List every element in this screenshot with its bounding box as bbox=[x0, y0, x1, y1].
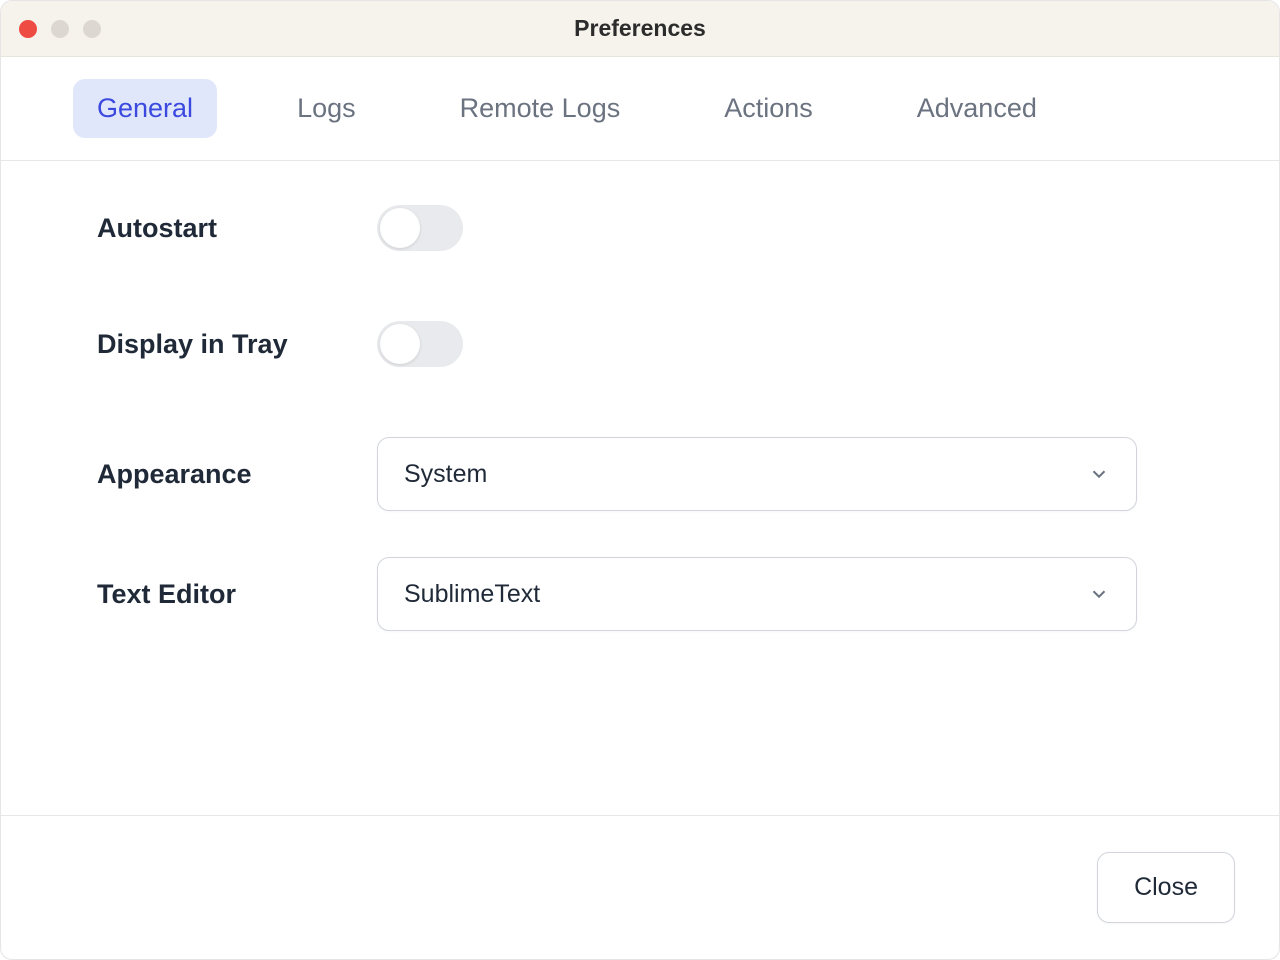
autostart-toggle[interactable] bbox=[377, 205, 463, 251]
content-area: Autostart Display in Tray Appearance Sys… bbox=[1, 161, 1279, 815]
autostart-row: Autostart bbox=[97, 205, 1183, 251]
close-window-icon[interactable] bbox=[19, 20, 37, 38]
display-in-tray-row: Display in Tray bbox=[97, 321, 1183, 367]
display-in-tray-label: Display in Tray bbox=[97, 329, 377, 360]
toggle-knob-icon bbox=[380, 324, 420, 364]
appearance-row: Appearance System bbox=[97, 437, 1183, 511]
display-in-tray-toggle[interactable] bbox=[377, 321, 463, 367]
minimize-window-icon[interactable] bbox=[51, 20, 69, 38]
tab-advanced[interactable]: Advanced bbox=[893, 79, 1061, 138]
text-editor-value: SublimeText bbox=[404, 580, 540, 609]
appearance-label: Appearance bbox=[97, 459, 377, 490]
close-button[interactable]: Close bbox=[1097, 852, 1235, 923]
autostart-label: Autostart bbox=[97, 213, 377, 244]
window-title: Preferences bbox=[574, 15, 706, 42]
traffic-lights bbox=[19, 20, 101, 38]
tab-actions[interactable]: Actions bbox=[700, 79, 837, 138]
chevron-down-icon bbox=[1088, 463, 1110, 485]
tab-logs[interactable]: Logs bbox=[273, 79, 380, 138]
text-editor-row: Text Editor SublimeText bbox=[97, 557, 1183, 631]
titlebar: Preferences bbox=[1, 1, 1279, 57]
tabs-bar: General Logs Remote Logs Actions Advance… bbox=[1, 57, 1279, 161]
text-editor-select[interactable]: SublimeText bbox=[377, 557, 1137, 631]
appearance-value: System bbox=[404, 460, 487, 489]
footer: Close bbox=[1, 815, 1279, 959]
chevron-down-icon bbox=[1088, 583, 1110, 605]
appearance-select[interactable]: System bbox=[377, 437, 1137, 511]
toggle-knob-icon bbox=[380, 208, 420, 248]
tab-general[interactable]: General bbox=[73, 79, 217, 138]
text-editor-label: Text Editor bbox=[97, 579, 377, 610]
maximize-window-icon[interactable] bbox=[83, 20, 101, 38]
tab-remote-logs[interactable]: Remote Logs bbox=[436, 79, 645, 138]
preferences-window: Preferences General Logs Remote Logs Act… bbox=[0, 0, 1280, 960]
